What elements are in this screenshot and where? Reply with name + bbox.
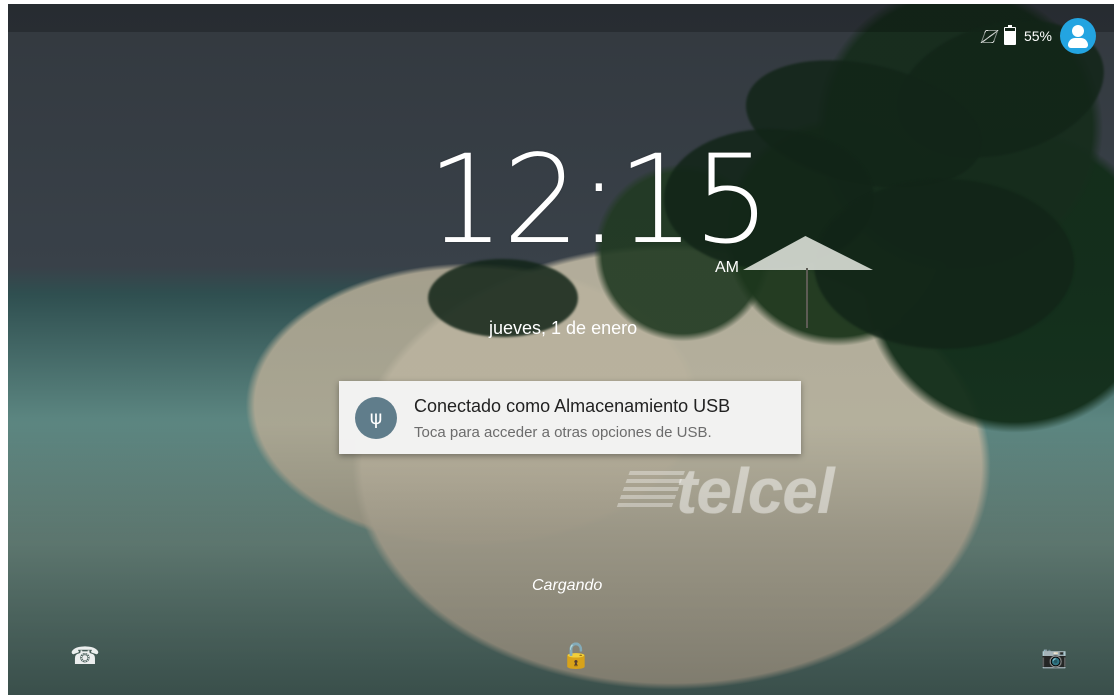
status-bar: 55% xyxy=(980,18,1096,54)
telcel-watermark-logo: telcel xyxy=(616,454,835,528)
time-period: AM xyxy=(715,259,739,276)
notification-title: Conectado como Almacenamiento USB xyxy=(414,396,731,416)
account-avatar-icon[interactable] xyxy=(1060,18,1096,54)
phone-icon[interactable]: ☎ xyxy=(70,644,100,668)
beach-umbrella-pole xyxy=(806,268,808,328)
telcel-logo-lines xyxy=(616,471,685,509)
lock-screen-date: jueves, 1 de enero xyxy=(489,318,638,338)
usb-icon: ψ xyxy=(355,397,397,439)
notification-text: Toca para acceder a otras opciones de US… xyxy=(414,424,712,441)
status-bar-background xyxy=(8,4,1114,32)
battery-percentage: 55% xyxy=(1023,28,1052,44)
charging-status: Cargando xyxy=(532,577,603,594)
usb-notification[interactable]: ψ Conectado como Almacenamiento USB Toca… xyxy=(339,381,801,454)
lock-screen: 55% 12:15 AM jueves, 1 de enero ψ Conect… xyxy=(8,4,1114,695)
no-signal-icon xyxy=(980,29,999,43)
camera-icon[interactable]: 📷 xyxy=(1041,645,1067,669)
telcel-logo-text: telcel xyxy=(676,455,835,527)
unlock-icon[interactable]: 🔓 xyxy=(561,644,591,668)
battery-charging-icon xyxy=(1003,25,1016,45)
lock-screen-clock: 12:15 xyxy=(427,129,771,271)
